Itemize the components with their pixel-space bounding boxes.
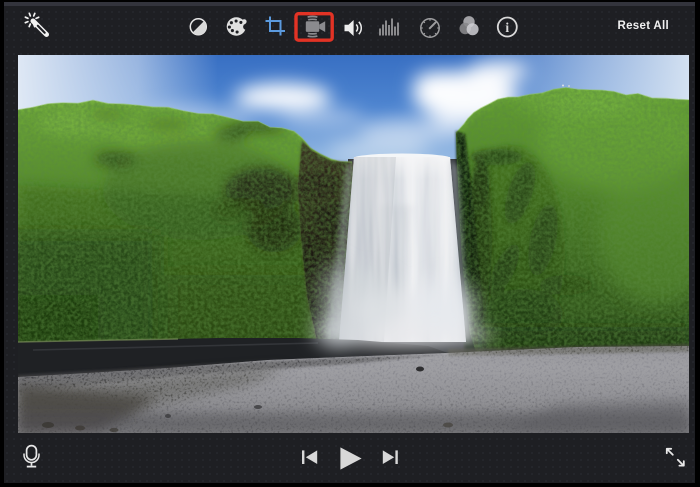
svg-text:i: i [505, 20, 509, 35]
